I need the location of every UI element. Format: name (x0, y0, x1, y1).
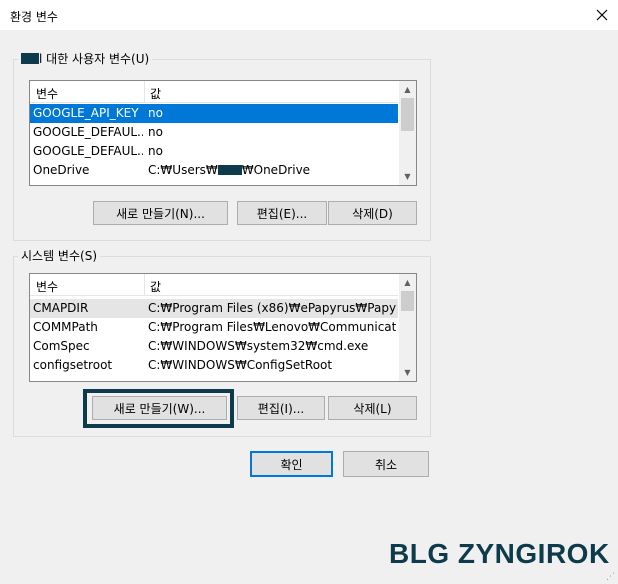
variable-value: no (148, 106, 163, 120)
system-variables-list[interactable]: 변수 값 CMAPDIR C:₩Program Files (x86)₩ePap… (29, 273, 417, 382)
variable-name: OneDrive (33, 163, 90, 177)
column-header-variable[interactable]: 변수 (36, 85, 58, 102)
user-variables-legend: l 대한 사용자 변수(U) (18, 52, 153, 66)
table-row[interactable]: GOOGLE_DEFAUL... no (30, 123, 398, 142)
variable-value: C:₩WINDOWS₩system32₩cmd.exe (148, 339, 369, 353)
ok-button[interactable]: 확인 (250, 451, 333, 477)
system-new-button[interactable]: 새로 만들기(W)... (92, 396, 227, 420)
chevron-up-icon[interactable]: ▲ (399, 274, 416, 291)
system-variables-legend: 시스템 변수(S) (18, 249, 100, 263)
close-icon (596, 9, 608, 21)
chevron-down-icon[interactable]: ▼ (399, 168, 416, 185)
scroll-thumb[interactable] (401, 98, 414, 131)
user-new-button[interactable]: 새로 만들기(N)... (93, 201, 228, 225)
table-row[interactable]: GOOGLE_DEFAUL... no (30, 142, 398, 161)
scroll-thumb[interactable] (401, 291, 414, 311)
user-edit-button[interactable]: 편집(E)... (237, 201, 327, 225)
variable-value: no (148, 144, 163, 158)
variable-name: GOOGLE_DEFAUL... (33, 144, 143, 158)
variable-value: C:₩Program Files (x86)₩ePapyrus₩Papyrus.… (148, 301, 396, 315)
system-delete-button[interactable]: 삭제(L) (328, 396, 417, 420)
table-row[interactable]: OneDrive C:₩Users₩ ₩OneDrive (30, 161, 398, 180)
variable-name: ComSpec (33, 339, 90, 353)
close-button[interactable] (586, 0, 618, 30)
table-row[interactable]: COMMPath C:₩Program Files₩Lenovo₩Communi… (30, 318, 398, 337)
system-edit-button[interactable]: 편집(I)... (237, 396, 325, 420)
table-row[interactable]: CMAPDIR C:₩Program Files (x86)₩ePapyrus₩… (30, 299, 398, 318)
chevron-down-icon[interactable]: ▼ (399, 364, 416, 381)
variable-name: COMMPath (33, 320, 98, 334)
column-header-variable[interactable]: 변수 (36, 278, 58, 295)
resize-grip-icon[interactable]: ⋰ (606, 572, 616, 582)
window-title: 환경 변수 (10, 10, 58, 24)
user-delete-button[interactable]: 삭제(D) (328, 201, 417, 225)
variable-value: no (148, 125, 163, 139)
variable-name: GOOGLE_DEFAUL... (33, 125, 143, 139)
variable-name: configsetroot (33, 358, 113, 372)
vertical-scrollbar[interactable]: ▲ ▼ (399, 274, 416, 381)
list-header: 변수 값 (30, 274, 398, 296)
list-header: 변수 값 (30, 81, 398, 103)
table-row[interactable]: GOOGLE_API_KEY no (30, 104, 398, 123)
variable-value: C:₩Users₩ ₩OneDrive (148, 163, 311, 177)
variable-name: GOOGLE_API_KEY (33, 106, 139, 120)
vertical-scrollbar[interactable]: ▲ ▼ (399, 81, 416, 185)
variable-value: C:₩Program Files₩Lenovo₩Communicatio... (148, 320, 396, 334)
cancel-button[interactable]: 취소 (343, 451, 429, 477)
table-row[interactable]: configsetroot C:₩WINDOWS₩ConfigSetRoot (30, 356, 398, 375)
chevron-up-icon[interactable]: ▲ (399, 81, 416, 98)
user-variables-list[interactable]: 변수 값 GOOGLE_API_KEY no GOOGLE_DEFAUL... … (29, 80, 417, 186)
column-header-value[interactable]: 값 (150, 278, 161, 295)
variable-name: CMAPDIR (33, 301, 89, 315)
column-header-value[interactable]: 값 (150, 85, 161, 102)
redacted-username (217, 165, 242, 175)
redacted-username (21, 53, 39, 64)
watermark-text: BLG ZYNGIROK (389, 538, 610, 569)
title-bar: 환경 변수 (0, 0, 618, 30)
table-row[interactable]: ComSpec C:₩WINDOWS₩system32₩cmd.exe (30, 337, 398, 356)
variable-value: C:₩WINDOWS₩ConfigSetRoot (148, 358, 333, 372)
